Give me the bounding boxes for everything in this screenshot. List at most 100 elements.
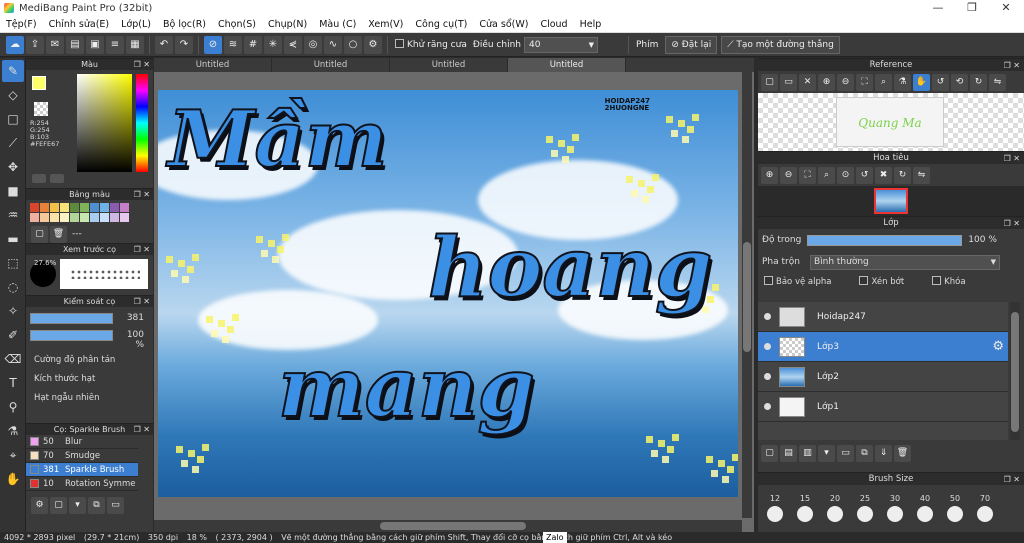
color-swatch[interactable] <box>120 213 129 222</box>
color-swatch[interactable] <box>50 213 59 222</box>
tab-untitled-2[interactable]: Untitled <box>272 58 390 72</box>
menu-edit[interactable]: Chỉnh sửa(E) <box>43 19 116 30</box>
add-swatch-icon[interactable]: ▢ <box>31 225 48 243</box>
eyedropper-icon[interactable]: ⚗ <box>894 73 911 91</box>
menu-snap[interactable]: Chụp(N) <box>262 19 313 30</box>
color-swatch[interactable] <box>110 213 119 222</box>
color-swatch[interactable] <box>80 213 89 222</box>
bucket-tool-icon[interactable]: ♒ <box>2 204 24 226</box>
settings-icon[interactable]: ⚙ <box>364 35 382 54</box>
brush-size-preset[interactable] <box>760 506 790 522</box>
menu-color[interactable]: Màu (C) <box>313 19 362 30</box>
brush-size-preset[interactable] <box>820 506 850 522</box>
close-icon[interactable]: ❐ ✕ <box>1004 217 1020 230</box>
color-swatch[interactable] <box>80 203 89 212</box>
close-icon[interactable]: ❐ ✕ <box>134 189 150 201</box>
tab-untitled-1[interactable]: Untitled <box>154 58 272 72</box>
brush-opacity-value[interactable]: 100 % <box>116 330 144 350</box>
gear-icon[interactable]: ⚙ <box>992 339 1004 354</box>
layer-item[interactable]: Hoidap247 <box>758 302 1008 332</box>
grid-snap-icon[interactable]: # <box>244 35 262 54</box>
divide-tool-icon[interactable]: ⚲ <box>2 396 24 418</box>
lock-checkbox[interactable]: Khóa <box>932 276 966 287</box>
scroll-thumb[interactable] <box>743 242 751 352</box>
scroll-thumb[interactable] <box>380 522 526 530</box>
parallel-snap-icon[interactable]: ≋ <box>224 35 242 54</box>
zoom-in-icon[interactable]: ⊕ <box>761 166 778 184</box>
saturation-value-picker[interactable] <box>77 74 132 172</box>
redo-icon[interactable]: ↷ <box>175 35 193 54</box>
color-swatch[interactable] <box>90 203 99 212</box>
brush-size-preset[interactable] <box>790 506 820 522</box>
delete-swatch-icon[interactable]: 🗑 <box>50 225 67 243</box>
snap-off-icon[interactable]: ⊘ <box>204 35 222 54</box>
brush-item[interactable]: 50 Blur <box>26 435 138 449</box>
color-swatch[interactable] <box>90 213 99 222</box>
reset-button[interactable]: ⊘ Đặt lại <box>665 35 718 54</box>
navigator-view[interactable] <box>758 186 1024 216</box>
artwork-canvas[interactable]: HOIDAP247 2HUONGNE Mầm hoang mang <box>158 90 738 497</box>
zoom-out-icon[interactable]: ⊖ <box>837 73 854 91</box>
color-swatch[interactable] <box>110 203 119 212</box>
zoom-icon[interactable]: ⊙ <box>837 166 854 184</box>
close-icon[interactable]: ❐ ✕ <box>1004 59 1020 72</box>
ellipse-snap-icon[interactable]: ○ <box>344 35 362 54</box>
close-icon[interactable]: ❐ ✕ <box>134 296 150 308</box>
select-eraser-icon[interactable]: ⌫ <box>2 348 24 370</box>
fit-icon[interactable]: ⛶ <box>856 73 873 91</box>
page-icon[interactable]: ▤ <box>66 35 84 54</box>
maximize-button[interactable]: ❐ <box>955 0 989 16</box>
layer-folder-icon[interactable]: ▭ <box>837 444 854 462</box>
close-icon[interactable]: ❐ ✕ <box>1004 152 1020 165</box>
layer-scrollbar[interactable] <box>1010 302 1020 440</box>
brush-folder-icon[interactable]: ▭ <box>107 496 124 514</box>
actual-size-icon[interactable]: ⌕ <box>818 166 835 184</box>
color-swatch[interactable] <box>60 213 69 222</box>
menu-select[interactable]: Chọn(S) <box>212 19 262 30</box>
vertical-scrollbar[interactable] <box>742 72 752 518</box>
visibility-icon[interactable] <box>764 373 771 380</box>
transparent-color-swatch[interactable] <box>34 102 48 116</box>
menu-filter[interactable]: Bộ lọc(R) <box>157 19 212 30</box>
rotate-left-icon[interactable]: ↺ <box>932 73 949 91</box>
brush-size-preset[interactable] <box>910 506 940 522</box>
foreground-color-swatch[interactable] <box>32 76 46 90</box>
menu-cloud[interactable]: Cloud <box>534 19 573 30</box>
brush-size-preset[interactable] <box>940 506 970 522</box>
color-swatch[interactable] <box>30 213 39 222</box>
radial-snap-icon[interactable]: ✳ <box>264 35 282 54</box>
hue-slider[interactable] <box>136 74 148 172</box>
color-swatch[interactable] <box>70 203 79 212</box>
color-swatch[interactable] <box>120 203 129 212</box>
text-tool-icon[interactable]: T <box>2 372 24 394</box>
brush-opacity-slider[interactable]: 100 % <box>30 330 144 350</box>
new-layer-icon[interactable]: ▢ <box>761 444 778 462</box>
comment-icon[interactable]: ✉ <box>46 35 64 54</box>
protect-alpha-checkbox[interactable]: Bảo vệ alpha <box>764 276 831 287</box>
color-swatch[interactable] <box>40 213 49 222</box>
gradient-tool-icon[interactable]: ▬ <box>2 228 24 250</box>
brush-tool-icon[interactable]: ✎ <box>2 60 24 82</box>
delete-layer-icon[interactable]: 🗑 <box>894 444 911 462</box>
share-icon[interactable]: ⇪ <box>26 35 44 54</box>
brush-item[interactable]: 10 Rotation Symme <box>26 477 138 491</box>
duplicate-brush-icon[interactable]: ⧉ <box>88 496 105 514</box>
magic-wand-icon[interactable]: ✧ <box>2 300 24 322</box>
brush-size-value[interactable]: 381 <box>116 313 144 323</box>
new-halftone-layer-icon[interactable]: ▤ <box>780 444 797 462</box>
menu-tools[interactable]: Công cụ(T) <box>409 19 473 30</box>
vanishing-snap-icon[interactable]: ⋞ <box>284 35 302 54</box>
close-icon[interactable]: ❐ ✕ <box>134 424 150 436</box>
color-mode-button[interactable] <box>50 174 64 183</box>
zoom-out-icon[interactable]: ⊖ <box>780 166 797 184</box>
menu-window[interactable]: Cửa sổ(W) <box>473 19 534 30</box>
layer-item[interactable]: Lớp1 <box>758 392 1008 422</box>
eyedropper-icon[interactable]: ⚗ <box>2 420 24 442</box>
flip-icon[interactable]: ⇋ <box>989 73 1006 91</box>
dot-tool-icon[interactable]: ⟋ <box>2 132 24 154</box>
close-icon[interactable]: ❐ ✕ <box>1004 473 1020 486</box>
color-mode-button[interactable] <box>32 174 46 183</box>
save-icon[interactable]: ▣ <box>86 35 104 54</box>
tab-untitled-3[interactable]: Untitled <box>390 58 508 72</box>
hand-icon[interactable]: ✋ <box>913 73 930 91</box>
